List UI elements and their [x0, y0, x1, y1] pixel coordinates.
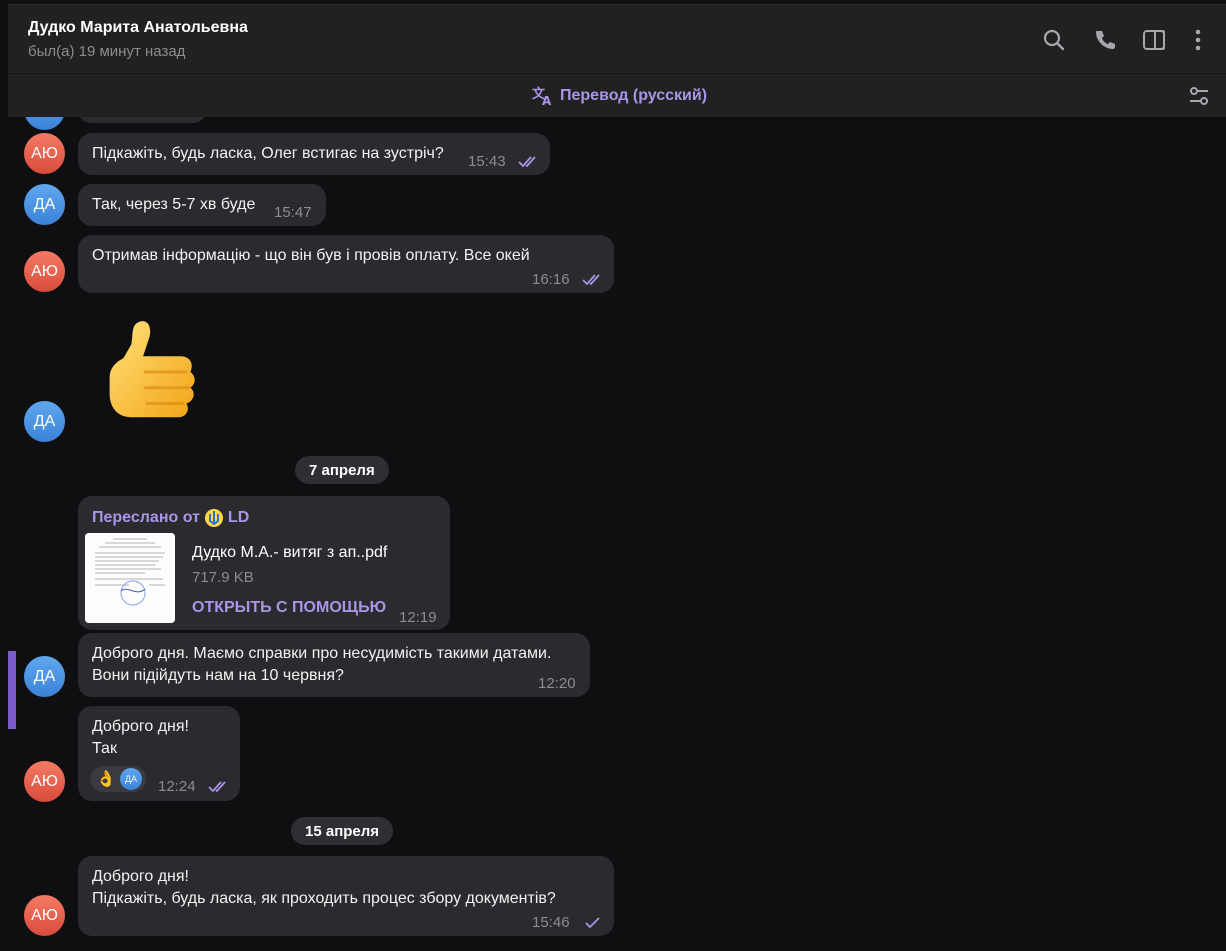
unread-indicator [8, 651, 16, 729]
message-text: Доброго дня. Маємо справки про несудиміс… [92, 645, 552, 662]
translation-settings-icon[interactable] [1186, 83, 1212, 109]
date-separator: 7 апреля [295, 456, 389, 484]
message-bubble[interactable]: Отримав інформацію - що він був і провів… [78, 235, 614, 293]
message-time: 12:19 [399, 609, 437, 626]
message-time: 15:46 [532, 914, 570, 931]
message-text: Так [92, 740, 117, 757]
avatar[interactable]: ДА [24, 656, 65, 697]
read-checkmarks-icon [582, 274, 600, 286]
document-preview-icon [85, 533, 175, 623]
message-text: Вони підійдуть нам на 10 червня? [92, 667, 344, 684]
sent-checkmark-icon [585, 917, 600, 929]
open-with-button[interactable]: ОТКРЫТЬ С ПОМОЩЬЮ [192, 597, 386, 619]
avatar[interactable]: АЮ [24, 251, 65, 292]
search-icon[interactable] [1041, 27, 1067, 53]
message-bubble[interactable]: Доброго дня. Маємо справки про несудиміс… [78, 633, 590, 697]
translate-label: Перевод (русский) [560, 87, 708, 104]
forwarded-from: LD [227, 509, 250, 526]
avatar[interactable] [24, 117, 65, 130]
avatar[interactable]: ДА [24, 401, 65, 442]
message-list[interactable]: АЮ Підкажіть, будь ласка, Олег встигає н… [8, 117, 1226, 947]
contact-status: был(а) 19 минут назад [28, 43, 186, 60]
translation-bar: 文A Перевод (русский) [8, 73, 1226, 117]
message-time: 12:24 [158, 778, 196, 795]
avatar[interactable]: АЮ [24, 895, 65, 936]
message-text: Підкажіть, будь ласка, Олег встигає на з… [92, 145, 444, 162]
message-bubble[interactable]: Так, через 5-7 хв буде 15:47 [78, 184, 326, 226]
message-time: 15:43 [468, 153, 506, 170]
avatar[interactable]: АЮ [24, 761, 65, 802]
message-time: 15:47 [274, 204, 312, 221]
file-name[interactable]: Дудко М.А.- витяг з ап..pdf [192, 542, 387, 564]
forwarded-file-message[interactable]: Переслано от LD Дудко М.А.- витяг з ап..… [78, 496, 450, 630]
avatar[interactable]: АЮ [24, 133, 65, 174]
phone-icon[interactable] [1092, 27, 1118, 53]
date-separator: 15 апреля [291, 817, 394, 845]
message-time: 12:20 [538, 675, 576, 692]
svg-text:A: A [542, 94, 552, 107]
message-text: Отримав інформацію - що він був і провів… [92, 247, 530, 264]
message-bubble[interactable]: Доброго дня! Підкажіть, будь ласка, як п… [78, 856, 614, 936]
translate-button[interactable]: 文A Перевод (русский) [532, 85, 707, 107]
message-text: Доброго дня! [92, 718, 189, 735]
sidebar-toggle-icon[interactable] [1141, 27, 1167, 53]
thumbs-up-sticker[interactable] [88, 313, 206, 431]
more-menu-icon[interactable] [1185, 27, 1211, 53]
message-text: Підкажіть, будь ласка, як проходить проц… [92, 890, 556, 907]
contact-name[interactable]: Дудко Марита Анатольевна [28, 19, 248, 37]
message-text: Доброго дня! [92, 868, 189, 885]
reaction-chip[interactable]: 👌 ДА [90, 766, 146, 792]
ok-hand-emoji: 👌 [96, 769, 116, 788]
message-bubble[interactable]: Підкажіть, будь ласка, Олег встигає на з… [78, 133, 550, 175]
message-bubble[interactable]: Доброго дня! Так 👌 ДА 12:24 [78, 706, 240, 801]
message-bubble [78, 117, 206, 123]
message-text: Так, через 5-7 хв буде [92, 196, 256, 213]
read-checkmarks-icon [518, 156, 536, 168]
file-size: 717.9 KB [192, 569, 254, 586]
forwarded-label: Переслано от [92, 509, 200, 526]
reaction-avatar: ДА [120, 768, 142, 790]
ukraine-emblem-icon [204, 509, 223, 527]
translate-icon: 文A [532, 86, 552, 107]
message-time: 16:16 [532, 271, 570, 288]
thumbs-up-icon [109, 321, 195, 418]
read-checkmarks-icon [208, 781, 226, 793]
pdf-thumbnail[interactable] [85, 533, 175, 623]
avatar[interactable]: ДА [24, 184, 65, 225]
chat-header: Дудко Марита Анатольевна был(а) 19 минут… [8, 4, 1226, 73]
forwarded-header[interactable]: Переслано от LD [92, 507, 249, 529]
